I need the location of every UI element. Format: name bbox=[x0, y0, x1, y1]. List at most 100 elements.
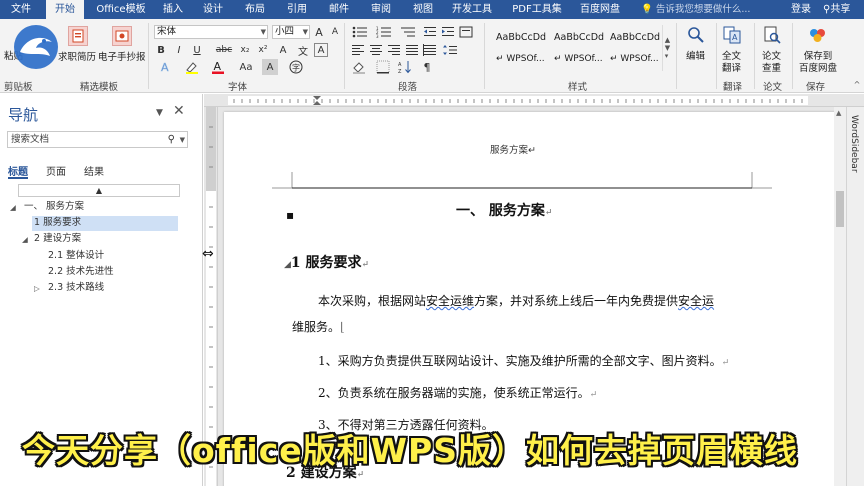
strikethrough-button[interactable]: abc bbox=[214, 43, 234, 57]
close-icon[interactable]: ✕ bbox=[173, 103, 185, 119]
collapsed-caret-icon[interactable]: ▷ bbox=[34, 282, 40, 296]
search-icon[interactable]: ⚲ bbox=[168, 132, 175, 147]
nav-tab-results[interactable]: 结果 bbox=[84, 163, 104, 178]
save-to-baidu-button[interactable]: 保存到 百度网盘 bbox=[797, 51, 839, 75]
line-spacing-button[interactable] bbox=[442, 43, 458, 57]
tab-insert[interactable]: 插入 bbox=[158, 0, 188, 19]
login-link[interactable]: 登录 bbox=[791, 0, 811, 19]
nav-collapse-bar[interactable]: ▲ bbox=[18, 184, 180, 197]
bold-button[interactable]: B bbox=[154, 43, 168, 57]
style-item-3[interactable]: AaBbCcDd ↵ WPSOf... bbox=[606, 25, 662, 71]
numbering-button[interactable]: 123 bbox=[374, 25, 394, 39]
text-cursor: ⌊ bbox=[340, 320, 345, 334]
increase-indent-button[interactable] bbox=[440, 25, 456, 39]
scrollbar-thumb[interactable] bbox=[836, 191, 844, 227]
align-right-button[interactable] bbox=[386, 43, 402, 57]
italic-button[interactable]: I bbox=[172, 43, 186, 57]
list-item-2[interactable]: 2、负责系统在服务器端的实施，使系统正常运行。↵ bbox=[318, 384, 597, 401]
tab-mailings[interactable]: 邮件 bbox=[324, 0, 354, 19]
style-item-2[interactable]: AaBbCcDd ↵ WPSOf... bbox=[550, 25, 606, 71]
font-size-combo[interactable]: 小四 ▼ bbox=[272, 25, 310, 39]
tab-references[interactable]: 引用 bbox=[282, 0, 312, 19]
tab-developer[interactable]: 开发工具 bbox=[448, 0, 496, 19]
font-name-combo[interactable]: 宋体 ▼ bbox=[154, 25, 268, 39]
nav-heading-item[interactable]: 2.3 技术路线 bbox=[46, 281, 104, 296]
justify-button[interactable] bbox=[404, 43, 420, 57]
collapse-ribbon-icon[interactable]: ^ bbox=[852, 79, 862, 89]
chevron-down-icon[interactable]: ▼ bbox=[156, 108, 163, 118]
tab-home[interactable]: 开始 bbox=[46, 0, 84, 19]
chevron-down-icon: ▼ bbox=[302, 28, 308, 36]
clear-format-button[interactable]: A bbox=[276, 43, 290, 57]
style-item-1[interactable]: AaBbCcDd ↵ WPSOf... bbox=[492, 25, 548, 71]
highlight-button[interactable] bbox=[182, 59, 202, 75]
resize-cursor-icon: ⇔ bbox=[202, 246, 214, 262]
tab-file[interactable]: 文件 bbox=[4, 0, 38, 19]
nav-tab-headings[interactable]: 标题 bbox=[8, 163, 28, 178]
distributed-button[interactable] bbox=[422, 43, 438, 57]
horizontal-ruler[interactable] bbox=[204, 94, 864, 107]
enclose-char-button[interactable]: 字 bbox=[288, 59, 304, 75]
sort-button[interactable]: AZ bbox=[396, 59, 414, 75]
change-case-button[interactable]: Aa bbox=[236, 59, 256, 75]
nav-heading-item[interactable]: 2 建设方案 bbox=[32, 232, 81, 247]
shading-button[interactable] bbox=[350, 59, 368, 75]
tab-pdf-tools[interactable]: PDF工具集 bbox=[506, 0, 568, 19]
tab-layout[interactable]: 布局 bbox=[240, 0, 270, 19]
shrink-font-button[interactable]: A bbox=[328, 25, 342, 39]
body-paragraph-line-2[interactable]: 维服务。⌊ bbox=[292, 318, 345, 335]
collapse-heading-icon[interactable]: ◢ bbox=[284, 260, 291, 270]
text-effects-button[interactable]: A bbox=[156, 59, 176, 75]
grow-font-button[interactable]: A bbox=[312, 25, 326, 39]
tab-view[interactable]: 视图 bbox=[408, 0, 438, 19]
save-label-2: 百度网盘 bbox=[798, 63, 837, 74]
share-button[interactable]: ⚲共享 bbox=[823, 0, 850, 19]
underline-button[interactable]: U bbox=[190, 43, 204, 57]
tab-office-templates[interactable]: Office模板 bbox=[92, 0, 150, 19]
editing-button[interactable]: 编辑 bbox=[686, 51, 705, 63]
body-paragraph-line-1[interactable]: 本次采购，根据网站安全运维方案，并对系统上线后一年内免费提供安全运 bbox=[318, 292, 714, 309]
char-border-button[interactable]: A bbox=[314, 43, 328, 57]
nav-search-placeholder: 搜索文档 bbox=[11, 134, 50, 145]
styles-group-label: 样式 bbox=[568, 82, 588, 93]
nav-heading-item[interactable]: 2.1 整体设计 bbox=[46, 249, 104, 264]
resume-icon bbox=[68, 26, 88, 46]
heading-2[interactable]: ◢1 服务要求↵ bbox=[284, 252, 369, 272]
align-center-button[interactable] bbox=[368, 43, 384, 57]
fulltext-translate-button[interactable]: 全文 翻译 bbox=[722, 51, 741, 75]
decrease-indent-button[interactable] bbox=[422, 25, 438, 39]
nav-heading-item[interactable]: 一、 服务方案 bbox=[22, 200, 84, 215]
expanded-caret-icon[interactable]: ◢ bbox=[22, 233, 28, 247]
wen-phonetic-button[interactable]: 文 bbox=[296, 43, 310, 58]
tab-review[interactable]: 审阅 bbox=[366, 0, 396, 19]
paper-check-button[interactable]: 论文 查重 bbox=[762, 51, 781, 75]
scroll-up-icon[interactable]: ▲ bbox=[836, 109, 841, 117]
styles-scroll[interactable]: ▲ ▼ ▾ bbox=[662, 25, 672, 71]
char-shading-button[interactable]: A bbox=[262, 59, 278, 75]
header-rule[interactable] bbox=[272, 168, 772, 190]
bullets-button[interactable] bbox=[350, 25, 370, 39]
multilevel-list-button[interactable] bbox=[398, 25, 418, 39]
tab-baidu-netdisk[interactable]: 百度网盘 bbox=[576, 0, 624, 19]
chevron-down-icon[interactable]: ▼ bbox=[180, 133, 185, 148]
heading-1[interactable]: 一、 服务方案↵ bbox=[456, 200, 552, 220]
font-color-button[interactable]: A bbox=[208, 59, 228, 75]
expanded-caret-icon[interactable]: ◢ bbox=[10, 201, 16, 215]
nav-tab-pages[interactable]: 页面 bbox=[46, 163, 66, 178]
chinese-layout-button[interactable] bbox=[458, 25, 474, 39]
list-item-1[interactable]: 1、采购方负责提供互联网站设计、实施及维护所需的全部文字、图片资料。↵ bbox=[318, 352, 729, 369]
borders-button[interactable] bbox=[374, 59, 392, 75]
superscript-button[interactable]: x² bbox=[256, 43, 270, 57]
header-text[interactable]: 服务方案↵ bbox=[490, 142, 536, 156]
subscript-button[interactable]: x₂ bbox=[238, 43, 252, 57]
show-marks-button[interactable]: ¶ bbox=[418, 59, 436, 75]
nav-heading-item[interactable]: 2.2 技术先进性 bbox=[46, 265, 114, 280]
align-left-button[interactable] bbox=[350, 43, 366, 57]
ribbon-tab-bar: 文件 开始 Office模板 插入 设计 布局 引用 邮件 审阅 视图 开发工具… bbox=[0, 0, 864, 19]
separator bbox=[148, 23, 149, 89]
nav-search-input[interactable]: 搜索文档 ⚲ ▼ bbox=[7, 131, 188, 148]
notebook-button[interactable]: 电子手抄报 bbox=[98, 52, 146, 64]
tab-design[interactable]: 设计 bbox=[198, 0, 228, 19]
tell-me-search[interactable]: 💡 告诉我您想要做什么... bbox=[641, 0, 750, 19]
nav-heading-item[interactable]: 1 服务要求 bbox=[32, 216, 178, 231]
